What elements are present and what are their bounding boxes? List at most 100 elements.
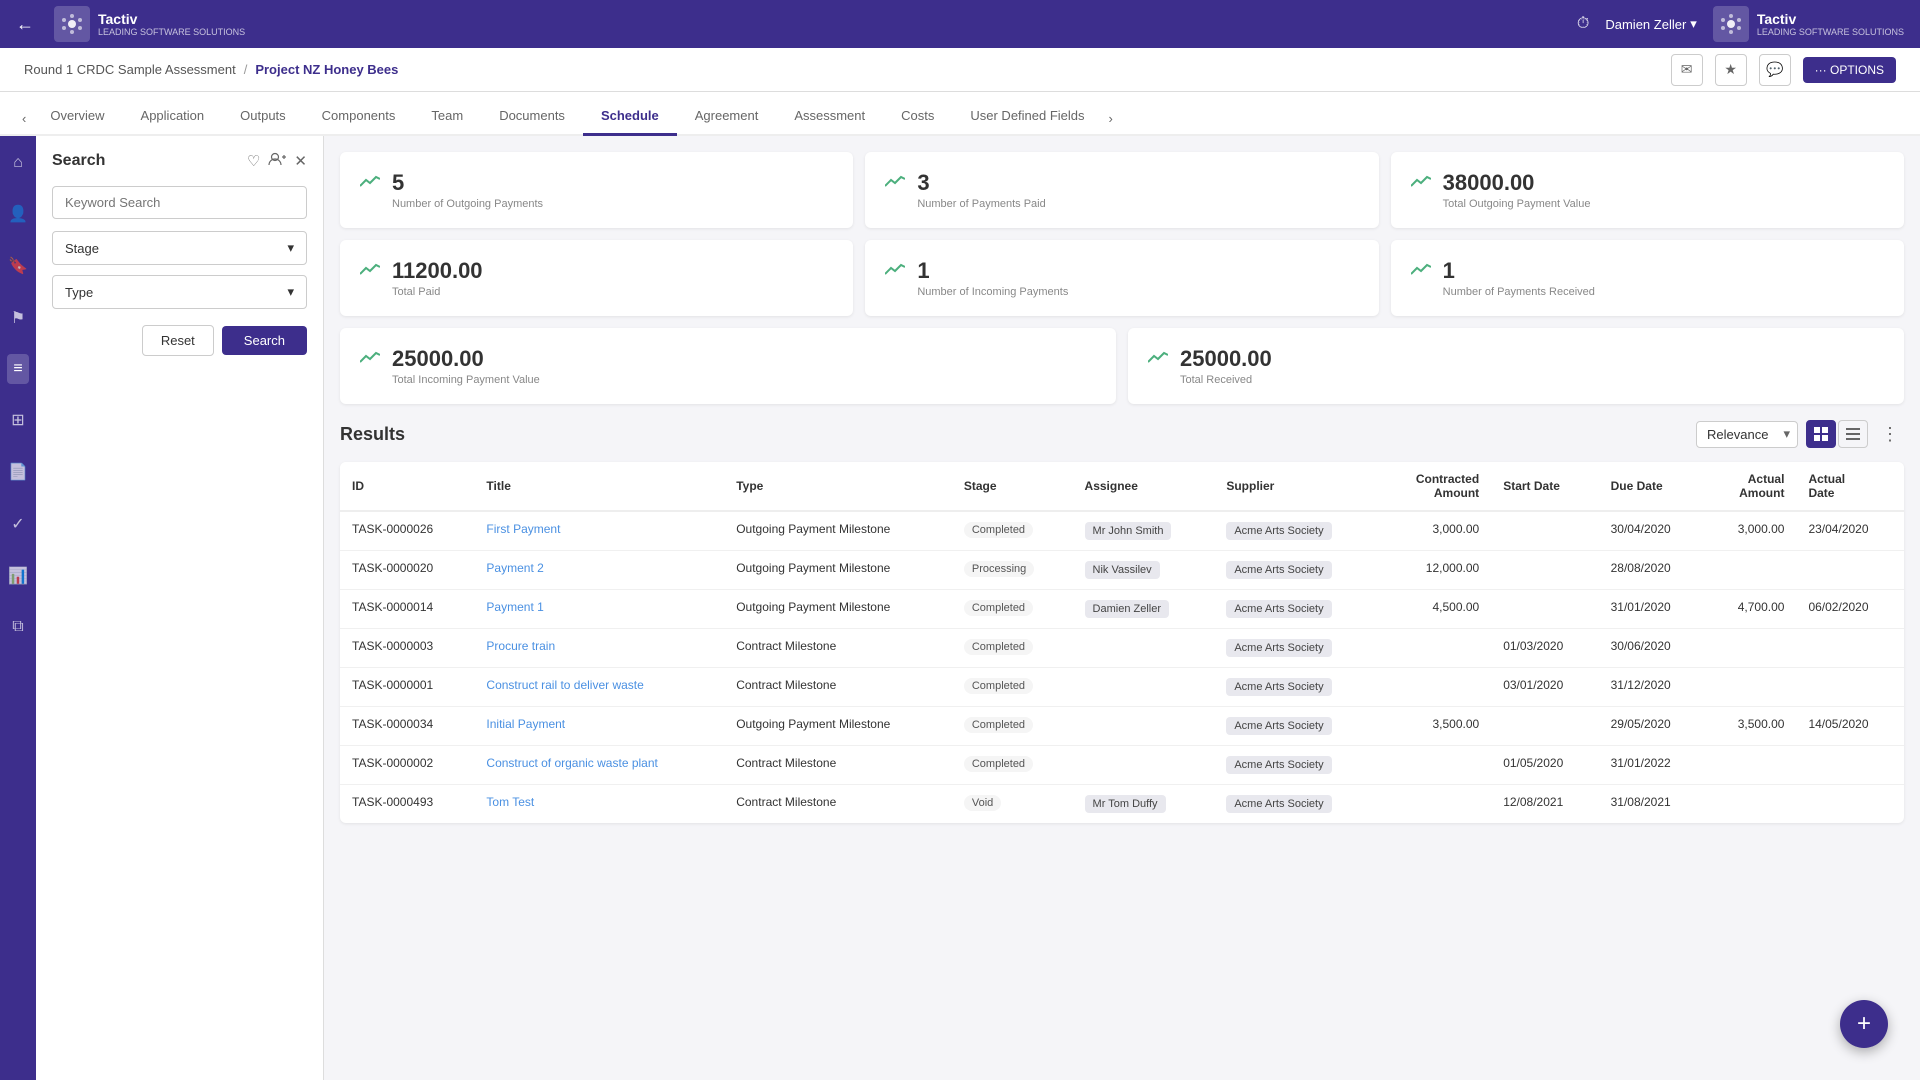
stat-label-received-count: Number of Payments Received	[1443, 286, 1595, 298]
chat-button[interactable]: 💬	[1759, 54, 1791, 86]
tab-overview[interactable]: Overview	[32, 98, 122, 136]
cell-id: TASK-0000020	[340, 551, 474, 590]
heart-icon[interactable]: ♡	[247, 152, 260, 170]
keyword-search-input[interactable]	[52, 186, 307, 219]
cell-stage: Completed	[952, 629, 1073, 668]
cell-title[interactable]: Construct rail to deliver waste	[474, 668, 724, 707]
cell-due-date: 31/01/2020	[1599, 590, 1706, 629]
table-row: TASK-0000026 First Payment Outgoing Paym…	[340, 511, 1904, 551]
search-panel-header: Search ♡ ✕	[52, 152, 307, 170]
relevance-select[interactable]: Relevance Date Title	[1696, 421, 1798, 448]
table-row: TASK-0000002 Construct of organic waste …	[340, 746, 1904, 785]
sidebar-icon-grid[interactable]: ⊞	[5, 404, 30, 436]
col-header-type: Type	[724, 462, 952, 511]
mail-button[interactable]: ✉	[1671, 54, 1703, 86]
tab-assessment[interactable]: Assessment	[776, 98, 883, 136]
user-name: Damien Zeller	[1605, 17, 1686, 32]
more-options-button[interactable]: ⋮	[1876, 420, 1904, 448]
user-menu[interactable]: Damien Zeller ▾	[1605, 16, 1696, 32]
sidebar-icon-document[interactable]: 📄	[2, 456, 34, 488]
list-view-button[interactable]	[1838, 420, 1868, 448]
col-header-stage: Stage	[952, 462, 1073, 511]
stats-row-3: 25000.00 Total Incoming Payment Value 25…	[340, 328, 1904, 404]
history-icon[interactable]: ⏱	[1577, 15, 1589, 33]
cell-title[interactable]: Payment 2	[474, 551, 724, 590]
cell-title[interactable]: Initial Payment	[474, 707, 724, 746]
logo-right-icon	[1713, 6, 1749, 42]
cell-assignee	[1073, 629, 1215, 668]
star-button[interactable]: ★	[1715, 54, 1747, 86]
cell-contracted-amount: 4,500.00	[1380, 590, 1492, 629]
stat-value-paid: 3	[917, 170, 1045, 196]
logo-right-text: Tactiv	[1757, 11, 1904, 27]
results-header: Results Relevance Date Title	[340, 420, 1904, 448]
col-header-actual-amount: ActualAmount	[1706, 462, 1796, 511]
tab-next-arrow[interactable]: ›	[1103, 101, 1119, 136]
cell-type: Contract Milestone	[724, 746, 952, 785]
sidebar-icon-list[interactable]: ≡	[7, 354, 28, 384]
cell-title[interactable]: Procure train	[474, 629, 724, 668]
close-icon[interactable]: ✕	[294, 152, 307, 170]
search-button[interactable]: Search	[222, 326, 307, 355]
sidebar-icon-copy[interactable]: ⧉	[6, 612, 29, 642]
cell-due-date: 31/01/2022	[1599, 746, 1706, 785]
tab-application[interactable]: Application	[123, 98, 223, 136]
stat-label-incoming-total: Total Incoming Payment Value	[392, 374, 540, 386]
sidebar-icon-home[interactable]: ⌂	[7, 148, 29, 178]
cell-contracted-amount	[1380, 746, 1492, 785]
table-row: TASK-0000014 Payment 1 Outgoing Payment …	[340, 590, 1904, 629]
sidebar-icon-user[interactable]: 👤	[2, 198, 34, 230]
cell-contracted-amount	[1380, 629, 1492, 668]
results-section: Results Relevance Date Title	[340, 420, 1904, 823]
cell-actual-amount: 3,500.00	[1706, 707, 1796, 746]
breadcrumb-parent[interactable]: Round 1 CRDC Sample Assessment	[24, 62, 236, 77]
col-header-due-date: Due Date	[1599, 462, 1706, 511]
tab-components[interactable]: Components	[304, 98, 414, 136]
stat-label-total-received: Total Received	[1180, 374, 1272, 386]
options-button[interactable]: ··· OPTIONS	[1803, 57, 1896, 83]
tab-user-defined-fields[interactable]: User Defined Fields	[952, 98, 1102, 136]
results-title: Results	[340, 424, 405, 445]
sidebar-icon-chart[interactable]: 📊	[2, 560, 34, 592]
grid-view-button[interactable]	[1806, 420, 1836, 448]
sidebar-icon-bookmark[interactable]: 🔖	[2, 250, 34, 282]
top-nav-right: ⏱ Damien Zeller ▾ Tactiv LEADING SOFTWAR…	[1577, 6, 1904, 42]
cell-assignee: Mr John Smith	[1073, 511, 1215, 551]
cell-actual-date	[1796, 746, 1904, 785]
cell-title[interactable]: Tom Test	[474, 785, 724, 824]
cell-due-date: 31/12/2020	[1599, 668, 1706, 707]
cell-type: Outgoing Payment Milestone	[724, 511, 952, 551]
stat-trend-icon-1	[360, 174, 380, 195]
user-dropdown-arrow: ▾	[1690, 16, 1697, 32]
cell-due-date: 30/06/2020	[1599, 629, 1706, 668]
tab-prev-arrow[interactable]: ‹	[16, 101, 32, 136]
stats-row-2: 11200.00 Total Paid 1 Number of Incoming…	[340, 240, 1904, 316]
stat-payments-paid: 3 Number of Payments Paid	[865, 152, 1378, 228]
breadcrumb-actions: ✉ ★ 💬 ··· OPTIONS	[1671, 54, 1896, 86]
cell-title[interactable]: First Payment	[474, 511, 724, 551]
stage-dropdown[interactable]: Stage ▾	[52, 231, 307, 265]
tab-schedule[interactable]: Schedule	[583, 98, 677, 136]
tab-team[interactable]: Team	[413, 98, 481, 136]
fab-add-button[interactable]: +	[1840, 1000, 1888, 1048]
back-button[interactable]: ←	[16, 14, 34, 35]
reset-button[interactable]: Reset	[142, 325, 214, 356]
cell-contracted-amount	[1380, 668, 1492, 707]
type-dropdown[interactable]: Type ▾	[52, 275, 307, 309]
add-person-icon[interactable]	[268, 152, 286, 170]
tab-documents[interactable]: Documents	[481, 98, 583, 136]
sidebar-icon-check[interactable]: ✓	[5, 508, 30, 540]
cell-title[interactable]: Construct of organic waste plant	[474, 746, 724, 785]
cell-actual-date	[1796, 551, 1904, 590]
sidebar-icon-flag[interactable]: ⚑	[5, 302, 31, 334]
cell-assignee: Nik Vassilev	[1073, 551, 1215, 590]
col-header-start-date: Start Date	[1491, 462, 1598, 511]
tab-outputs[interactable]: Outputs	[222, 98, 304, 136]
tab-costs[interactable]: Costs	[883, 98, 952, 136]
cell-actual-date	[1796, 668, 1904, 707]
cell-contracted-amount: 3,000.00	[1380, 511, 1492, 551]
cell-start-date	[1491, 590, 1598, 629]
tab-agreement[interactable]: Agreement	[677, 98, 777, 136]
cell-title[interactable]: Payment 1	[474, 590, 724, 629]
cell-supplier: Acme Arts Society	[1214, 590, 1379, 629]
